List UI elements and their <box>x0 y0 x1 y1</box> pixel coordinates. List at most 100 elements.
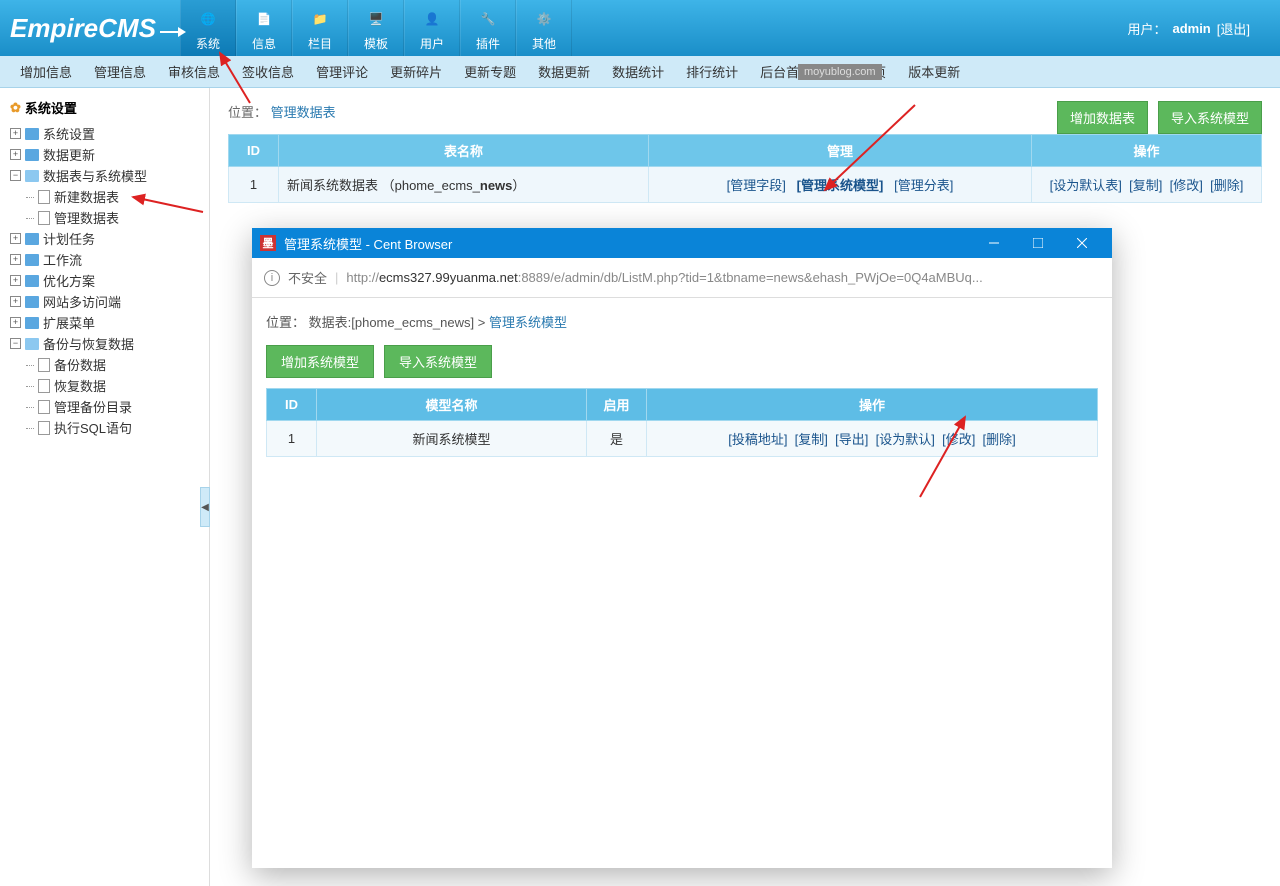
minimize-button[interactable] <box>972 228 1016 258</box>
tree-node-优化方案[interactable]: +优化方案 <box>8 270 201 291</box>
edit-link[interactable]: [修改] <box>942 432 975 447</box>
folder-icon <box>25 317 39 329</box>
menu-icon: 📁 <box>306 5 334 33</box>
tree-node-网站多访问端[interactable]: +网站多访问端 <box>8 291 201 312</box>
submenu-审核信息[interactable]: 审核信息 <box>168 62 220 81</box>
tree-node-备份与恢复数据[interactable]: −备份与恢复数据 <box>8 333 201 354</box>
manage-fields-link[interactable]: [管理字段] <box>727 178 786 193</box>
submenu-更新专题[interactable]: 更新专题 <box>464 62 516 81</box>
popup-window: 墨 管理系统模型 - Cent Browser i 不安全 | http://e… <box>252 228 1112 868</box>
toggle-icon[interactable]: + <box>10 275 21 286</box>
top-menu-信息[interactable]: 📄信息 <box>236 0 292 56</box>
column-header: 表名称 <box>279 135 649 167</box>
top-menu-模板[interactable]: 🖥️模板 <box>348 0 404 56</box>
popup-titlebar[interactable]: 墨 管理系统模型 - Cent Browser <box>252 228 1112 258</box>
submenu-签收信息[interactable]: 签收信息 <box>242 62 294 81</box>
submenu-管理评论[interactable]: 管理评论 <box>316 62 368 81</box>
sidebar-title: ✿ 系统设置 <box>8 96 201 123</box>
file-icon <box>38 379 50 393</box>
close-button[interactable] <box>1060 228 1104 258</box>
toggle-icon[interactable]: − <box>10 170 21 181</box>
folder-icon <box>25 296 39 308</box>
set-default-link[interactable]: [设为默认表] <box>1050 178 1122 193</box>
delete-link[interactable]: [删除] <box>983 432 1016 447</box>
manage-subtable-link[interactable]: [管理分表] <box>894 178 953 193</box>
url-text: http://ecms327.99yuanma.net:8889/e/admin… <box>346 270 982 285</box>
toggle-icon[interactable]: + <box>10 233 21 244</box>
popup-table: ID模型名称启用操作 1 新闻系统模型 是 [投稿地址] [复制] [导出] [… <box>266 388 1098 457</box>
menu-icon: ⚙️ <box>530 5 558 33</box>
tree-node-系统设置[interactable]: +系统设置 <box>8 123 201 144</box>
popup-breadcrumb: 位置： 数据表:[phome_ecms_news] > 管理系统模型 <box>266 312 1098 331</box>
tree-node-数据表与系统模型[interactable]: −数据表与系统模型 <box>8 165 201 186</box>
manage-model-link[interactable]: [管理系统模型] <box>797 178 884 193</box>
toggle-icon[interactable]: − <box>10 338 21 349</box>
tree-node-工作流[interactable]: +工作流 <box>8 249 201 270</box>
menu-icon: 📄 <box>250 5 278 33</box>
import-model-button[interactable]: 导入系统模型 <box>1158 101 1262 134</box>
table-name-cell: 新闻系统数据表 （phome_ecms_news） <box>279 167 649 203</box>
maximize-button[interactable] <box>1016 228 1060 258</box>
sidebar-collapse-handle[interactable]: ◀ <box>200 487 210 527</box>
logo: EmpireCMS <box>0 0 180 56</box>
tree-node-恢复数据[interactable]: 恢复数据 <box>26 375 201 396</box>
breadcrumb-link[interactable]: 管理数据表 <box>271 105 336 120</box>
sidebar: ✿ 系统设置 +系统设置+数据更新−数据表与系统模型新建数据表管理数据表+计划任… <box>0 88 210 886</box>
address-bar[interactable]: i 不安全 | http://ecms327.99yuanma.net:8889… <box>252 258 1112 298</box>
column-header: 启用 <box>587 389 647 421</box>
toggle-icon[interactable]: + <box>10 317 21 328</box>
edit-link[interactable]: [修改] <box>1170 178 1203 193</box>
logout-link[interactable]: [退出] <box>1217 19 1250 38</box>
submenu-增加信息[interactable]: 增加信息 <box>20 62 72 81</box>
submenu-数据统计[interactable]: 数据统计 <box>612 62 664 81</box>
tree-node-计划任务[interactable]: +计划任务 <box>8 228 201 249</box>
data-table: ID表名称管理操作 1 新闻系统数据表 （phome_ecms_news） [管… <box>228 134 1262 203</box>
copy-link[interactable]: [复制] <box>1129 178 1162 193</box>
tree-node-新建数据表[interactable]: 新建数据表 <box>26 186 201 207</box>
folder-icon <box>25 233 39 245</box>
toggle-icon[interactable]: + <box>10 149 21 160</box>
tree-node-数据更新[interactable]: +数据更新 <box>8 144 201 165</box>
tree-node-管理备份目录[interactable]: 管理备份目录 <box>26 396 201 417</box>
user-info: 用户： admin [退出] <box>1127 0 1280 56</box>
post-addr-link[interactable]: [投稿地址] <box>728 432 787 447</box>
column-header: ID <box>229 135 279 167</box>
set-default-link[interactable]: [设为默认] <box>876 432 935 447</box>
add-table-button[interactable]: 增加数据表 <box>1057 101 1148 134</box>
popup-import-model-button[interactable]: 导入系统模型 <box>384 345 492 378</box>
top-bar: EmpireCMS 🌐系统📄信息📁栏目🖥️模板👤用户🔧插件⚙️其他 用户： ad… <box>0 0 1280 56</box>
top-menu-用户[interactable]: 👤用户 <box>404 0 460 56</box>
toggle-icon[interactable]: + <box>10 254 21 265</box>
menu-icon: 🌐 <box>194 5 222 33</box>
submenu-管理信息[interactable]: 管理信息 <box>94 62 146 81</box>
tree-node-管理数据表[interactable]: 管理数据表 <box>26 207 201 228</box>
delete-link[interactable]: [删除] <box>1210 178 1243 193</box>
top-menu-其他[interactable]: ⚙️其他 <box>516 0 572 56</box>
tree-node-执行SQL语句[interactable]: 执行SQL语句 <box>26 417 201 438</box>
popup-add-model-button[interactable]: 增加系统模型 <box>266 345 374 378</box>
top-menu-插件[interactable]: 🔧插件 <box>460 0 516 56</box>
popup-breadcrumb-link[interactable]: 管理系统模型 <box>489 315 567 330</box>
favicon-icon: 墨 <box>260 235 276 251</box>
file-icon <box>38 400 50 414</box>
tree-node-扩展菜单[interactable]: +扩展菜单 <box>8 312 201 333</box>
submenu-排行统计[interactable]: 排行统计 <box>686 62 738 81</box>
top-menu-系统[interactable]: 🌐系统 <box>180 0 236 56</box>
export-link[interactable]: [导出] <box>835 432 868 447</box>
arrow-icon <box>160 31 180 33</box>
tree-node-备份数据[interactable]: 备份数据 <box>26 354 201 375</box>
submenu-版本更新[interactable]: 版本更新 <box>908 62 960 81</box>
info-icon[interactable]: i <box>264 270 280 286</box>
submenu-数据更新[interactable]: 数据更新 <box>538 62 590 81</box>
top-menu-栏目[interactable]: 📁栏目 <box>292 0 348 56</box>
toggle-icon[interactable]: + <box>10 296 21 307</box>
copy-link[interactable]: [复制] <box>795 432 828 447</box>
folder-icon <box>25 170 39 182</box>
menu-icon: 👤 <box>418 5 446 33</box>
menu-icon: 🖥️ <box>362 5 390 33</box>
sub-menu: 增加信息 管理信息 审核信息 签收信息 管理评论 更新碎片 更新专题 数据更新 数据统计 排行统计… <box>0 56 1280 88</box>
column-header: 模型名称 <box>317 389 587 421</box>
column-header: 管理 <box>649 135 1032 167</box>
toggle-icon[interactable]: + <box>10 128 21 139</box>
submenu-更新碎片[interactable]: 更新碎片 <box>390 62 442 81</box>
